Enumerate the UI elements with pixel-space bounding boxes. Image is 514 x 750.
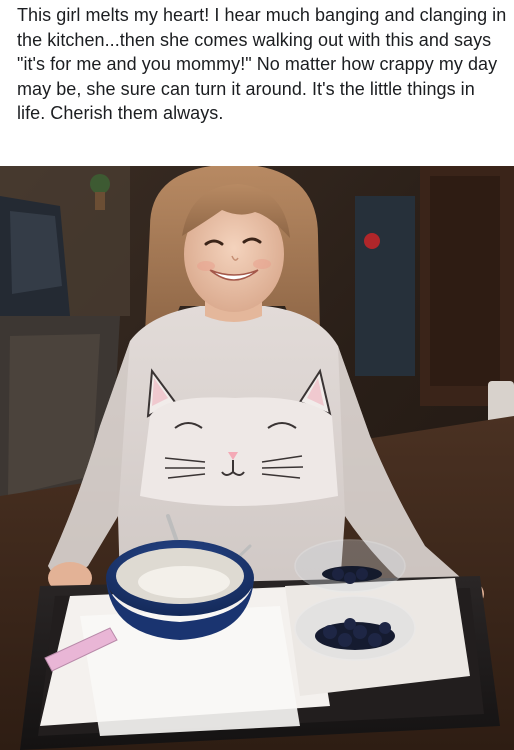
post-photo[interactable] (0, 166, 514, 750)
post-card: This girl melts my heart! I hear much ba… (0, 0, 514, 750)
post-text: This girl melts my heart! I hear much ba… (17, 5, 507, 123)
photo-illustration (0, 166, 514, 750)
